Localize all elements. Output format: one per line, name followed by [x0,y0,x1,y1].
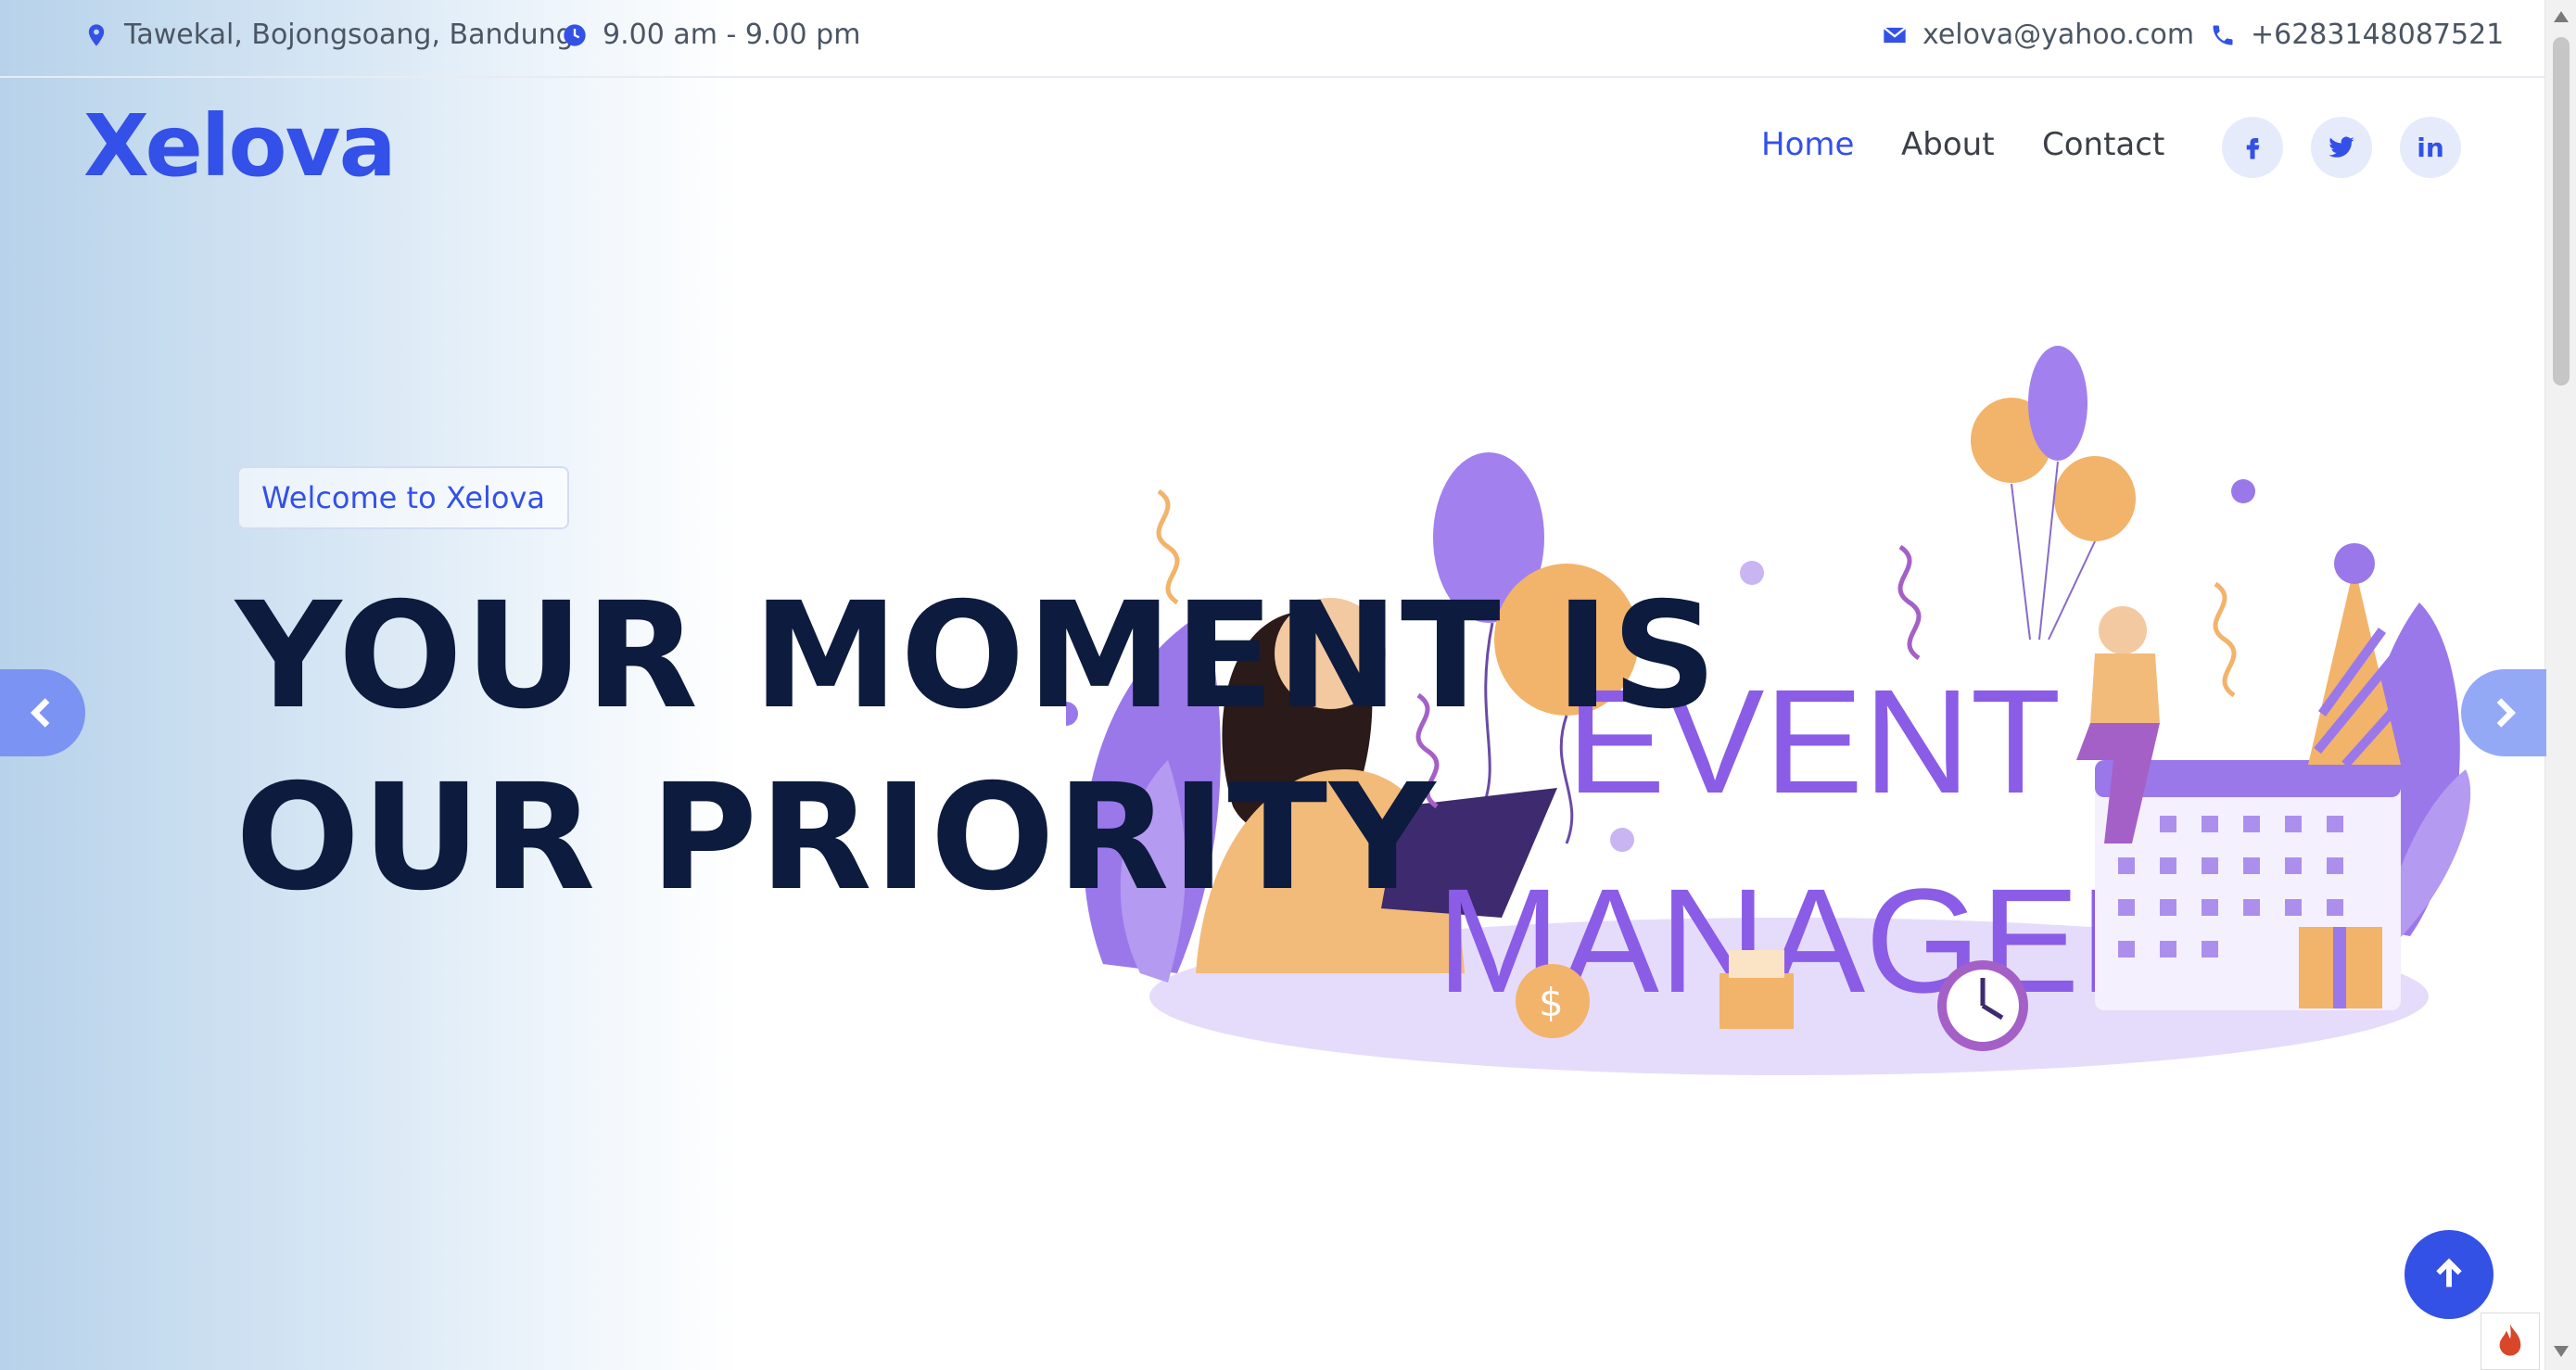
scroll-up-arrow-icon[interactable] [2554,11,2569,22]
address-item: Tawekal, Bojongsoang, Bandung [83,19,574,51]
hero-headline: YOUR MOMENT IS OUR PRIORITY [235,565,1719,929]
scroll-thumb[interactable] [2553,37,2570,386]
envelope-icon [1883,26,1907,43]
phone-text[interactable]: +6283148087521 [2251,19,2504,51]
address-text: Tawekal, Bojongsoang, Bandung [124,19,574,51]
hours-text: 9.00 am - 9.00 pm [603,19,861,51]
top-info-bar: Tawekal, Bojongsoang, Bandung 9.00 am - … [0,0,2544,78]
carousel-next-button[interactable] [2461,669,2546,756]
nav-home[interactable]: Home [1761,126,1854,163]
carousel-prev-button[interactable] [0,669,85,756]
balloon-purple-right [2028,346,2087,461]
linkedin-button[interactable]: in [2400,117,2461,178]
chevron-right-icon [2496,698,2517,728]
back-to-top-button[interactable] [2405,1230,2494,1319]
headline-line-2: OUR PRIORITY [235,753,1438,923]
clock-icon [564,23,586,46]
welcome-badge: Welcome to Xelova [237,466,569,529]
cake [1719,973,1794,1029]
email-item[interactable]: xelova@yahoo.com [1882,19,2194,51]
nav-about[interactable]: About [1901,126,1995,163]
location-icon [88,23,105,46]
arrow-up-icon [2436,1258,2462,1288]
scrollbar[interactable] [2544,0,2576,1370]
svg-text:$: $ [1539,980,1564,1025]
nav-contact[interactable]: Contact [2042,126,2164,163]
party-hat-pom [2334,543,2375,584]
twitter-button[interactable] [2311,117,2372,178]
phone-icon [2213,25,2233,44]
hours-item: 9.00 am - 9.00 pm [562,19,860,51]
linkedin-icon: in [2417,132,2444,163]
logo[interactable]: Xelova [83,96,397,196]
woman-right-head [2099,606,2147,654]
facebook-icon [2246,138,2260,159]
fire-icon [2499,1324,2521,1356]
twitter-icon [2329,136,2354,158]
headline-line-1: YOUR MOMENT IS [235,571,1719,742]
scroll-down-arrow-icon[interactable] [2554,1346,2569,1357]
facebook-button[interactable] [2222,117,2283,178]
main-header: Xelova Home About Contact in [0,78,2544,217]
chevron-left-icon [30,698,50,728]
phone-item[interactable]: +6283148087521 [2210,19,2504,51]
fire-badge[interactable] [2481,1313,2540,1370]
woman-right-body [2090,653,2160,723]
email-text[interactable]: xelova@yahoo.com [1922,19,2194,51]
balloon-orange-right-2 [2054,456,2136,541]
